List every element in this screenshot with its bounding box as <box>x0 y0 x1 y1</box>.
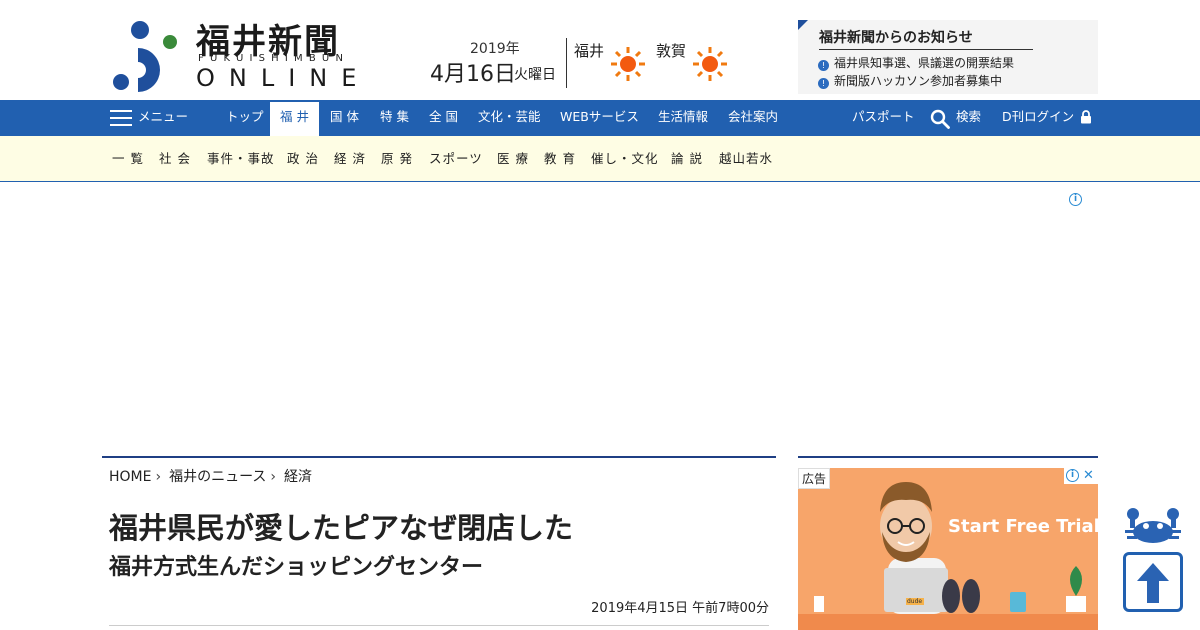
nav-menu[interactable]: メニュー <box>138 100 188 136</box>
site-header: 福井新聞 FUKUISHIMBUN ONLINE 2019年 4月16日 火曜日… <box>0 0 1200 100</box>
hamburger-menu-icon[interactable] <box>110 110 132 126</box>
notice-item[interactable]: ! 新聞版ハッカソン参加者募集中 <box>818 72 1002 89</box>
ad-cta-text[interactable]: Start Free Trial <box>948 516 1098 537</box>
side-ad-banner[interactable]: 広告 i ✕ Start Free Trial dude <box>798 468 1098 630</box>
laptop-sticker-text: dude <box>907 598 923 605</box>
nav-item-tokushu[interactable]: 特 集 <box>380 100 409 136</box>
logo-subtitle: FUKUISHIMBUN <box>198 53 350 64</box>
subnav-item-nuclear[interactable]: 原 発 <box>381 136 413 182</box>
date-divider <box>566 38 567 88</box>
sun-icon <box>693 47 727 81</box>
notice-title: 福井新聞からのお知らせ <box>819 27 1033 50</box>
breadcrumb-fukui-news[interactable]: 福井のニュース <box>169 469 266 485</box>
breadcrumb: HOME › 福井のニュース › 経済 <box>109 466 312 486</box>
main-nav: メニュー トップ 福 井 国 体 特 集 全 国 文化・芸能 WEBサービス 生… <box>0 100 1200 223</box>
nav-item-kokutai[interactable]: 国 体 <box>330 100 359 136</box>
article-top-rule <box>102 456 776 458</box>
lock-icon <box>1081 110 1091 124</box>
article-title: 福井県民が愛したピアなぜ閉店した <box>109 511 574 545</box>
sidebar-top-rule <box>798 456 1098 458</box>
ad-illustration <box>814 482 1086 614</box>
date-year: 2019年 <box>470 41 520 57</box>
arrow-up-icon <box>1137 563 1169 603</box>
subnav-item-sports[interactable]: スポーツ <box>429 136 483 182</box>
notice-item-text[interactable]: 福井県知事選、県議選の開票結果 <box>834 56 1014 70</box>
subnav-item-education[interactable]: 教 育 <box>544 136 576 182</box>
weather-city-tsuruga: 敦賀 <box>656 42 687 60</box>
subnav-item-society[interactable]: 社 会 <box>159 136 191 182</box>
sun-icon <box>611 47 645 81</box>
nav-item-bunka[interactable]: 文化・芸能 <box>478 100 541 136</box>
notice-item-text[interactable]: 新聞版ハッカソン参加者募集中 <box>834 74 1002 88</box>
subnav-item-medical[interactable]: 医 療 <box>497 136 529 182</box>
close-icon[interactable]: ✕ <box>1083 468 1094 484</box>
home-icon[interactable] <box>206 208 224 224</box>
chevron-right-icon: › <box>155 469 162 485</box>
alert-icon: ! <box>818 60 829 71</box>
subnav-item-incidents[interactable]: 事件・事故 <box>207 136 275 182</box>
chevron-right-icon: › <box>270 469 277 485</box>
date-day-of-week: 火曜日 <box>514 67 556 83</box>
subnav-item-editorial[interactable]: 論 説 <box>671 136 703 182</box>
notice-corner <box>798 20 808 30</box>
sub-nav: 一 覧 社 会 事件・事故 政 治 経 済 原 発 スポーツ 医 療 教 育 催… <box>0 136 1200 182</box>
nav-item-web-service[interactable]: WEBサービス <box>560 100 639 136</box>
weather-city-fukui: 福井 <box>574 42 605 60</box>
logo-mark-icon[interactable] <box>112 20 182 92</box>
article-divider <box>109 625 769 626</box>
nav-login[interactable]: D刊ログイン <box>1002 100 1074 136</box>
nav-item-seikatsu[interactable]: 生活情報 <box>658 100 708 136</box>
nav-passport[interactable]: パスポート <box>852 100 915 136</box>
ad-controls: i ✕ <box>1064 468 1098 484</box>
nav-item-zenkoku[interactable]: 全 国 <box>429 100 458 136</box>
subnav-item-list[interactable]: 一 覧 <box>112 136 144 182</box>
subnav-item-economy[interactable]: 経 済 <box>334 136 366 182</box>
breadcrumb-home[interactable]: HOME <box>109 469 151 485</box>
nav-item-company[interactable]: 会社案内 <box>728 100 778 136</box>
nav-item-fukui[interactable]: 福 井 <box>270 102 319 136</box>
notice-item[interactable]: ! 福井県知事選、県議選の開票結果 <box>818 54 1014 71</box>
logo-online: ONLINE <box>196 64 371 92</box>
alert-icon: ! <box>818 78 829 89</box>
notice-box: 福井新聞からのお知らせ ! 福井県知事選、県議選の開票結果 ! 新聞版ハッカソン参加… <box>798 20 1098 94</box>
ad-info-icon[interactable]: i <box>1069 193 1082 206</box>
crab-icon[interactable] <box>1124 506 1182 546</box>
article-subtitle: 福井方式生んだショッピングセンター <box>109 555 484 580</box>
nav-top[interactable]: トップ <box>226 100 264 136</box>
date-main: 4月16日 <box>430 62 516 87</box>
subnav-item-essay[interactable]: 越山若水 <box>719 136 773 182</box>
ad-info-icon[interactable]: i <box>1066 469 1079 482</box>
breadcrumb-economy[interactable]: 経済 <box>284 469 312 485</box>
subnav-item-events[interactable]: 催し・文化 <box>591 136 659 182</box>
ad-floor <box>798 614 1098 630</box>
ad-label: 広告 <box>798 468 831 489</box>
search-icon[interactable] <box>930 109 950 129</box>
nav-search[interactable]: 検索 <box>956 100 981 136</box>
article-pubdate: 2019年4月15日 午前7時00分 <box>591 601 769 616</box>
subnav-item-politics[interactable]: 政 治 <box>287 136 319 182</box>
back-to-top-button[interactable] <box>1123 552 1183 612</box>
